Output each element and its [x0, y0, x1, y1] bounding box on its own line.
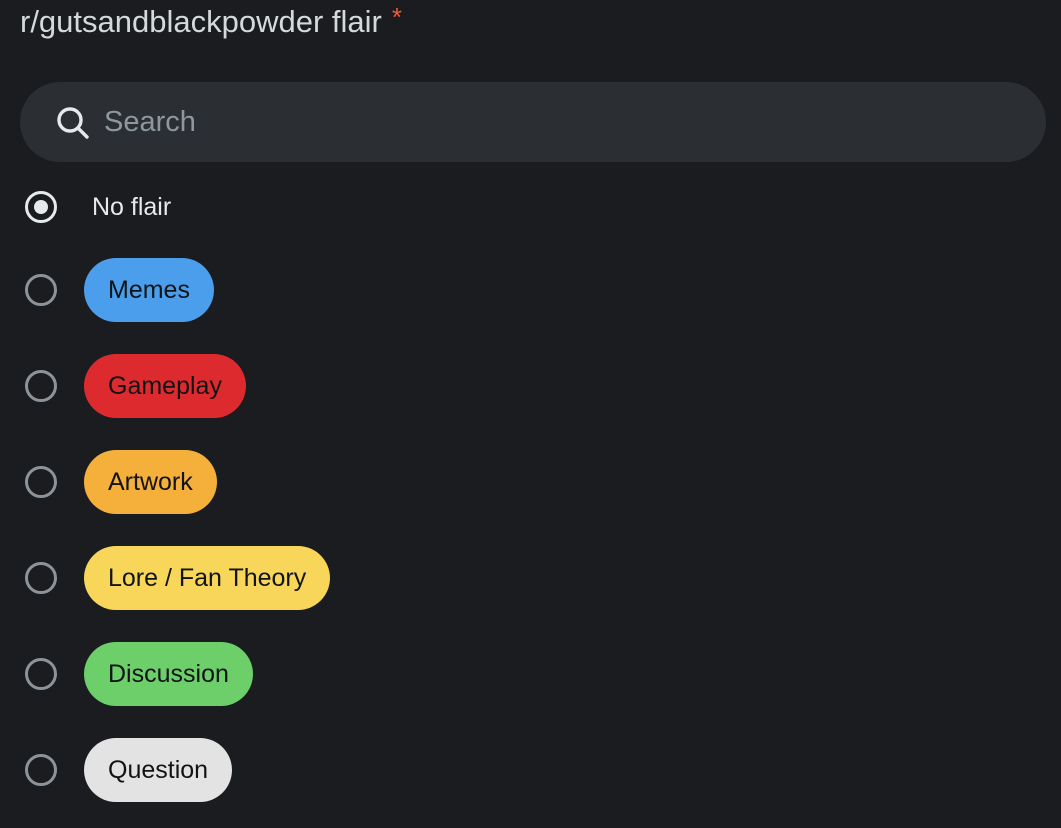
flair-pill[interactable]: Question — [84, 738, 233, 802]
flair-option-gameplay[interactable]: Gameplay — [0, 346, 1061, 426]
search-bar[interactable] — [20, 82, 1046, 162]
flair-option-artwork[interactable]: Artwork — [0, 442, 1061, 522]
flair-option-no-flair[interactable]: No flair — [0, 167, 1061, 247]
flair-option-discussion[interactable]: Discussion — [0, 634, 1061, 714]
flair-pill[interactable]: Artwork — [84, 450, 217, 514]
radio-unselected[interactable] — [25, 274, 57, 306]
radio-unselected[interactable] — [25, 658, 57, 690]
flair-pill[interactable]: Discussion — [84, 642, 253, 706]
required-marker: * — [391, 2, 402, 32]
flair-option-lore-fan-theory[interactable]: Lore / Fan Theory — [0, 538, 1061, 618]
radio-unselected[interactable] — [25, 370, 57, 402]
flair-option-question[interactable]: Question — [0, 730, 1061, 810]
title-text: r/gutsandblackpowder flair — [20, 4, 382, 39]
flair-pill[interactable]: Gameplay — [84, 354, 246, 418]
flair-label: No flair — [92, 193, 172, 221]
page-title: r/gutsandblackpowder flair * — [20, 2, 402, 43]
radio-unselected[interactable] — [25, 466, 57, 498]
flair-option-memes[interactable]: Memes — [0, 250, 1061, 330]
radio-unselected[interactable] — [25, 562, 57, 594]
radio-selected[interactable] — [25, 191, 57, 223]
flair-pill[interactable]: Lore / Fan Theory — [84, 546, 331, 610]
radio-unselected[interactable] — [25, 754, 57, 786]
search-input[interactable] — [104, 100, 1004, 144]
flair-picker: r/gutsandblackpowder flair * No flair Mem… — [0, 0, 1061, 828]
flair-pill[interactable]: Memes — [84, 258, 214, 322]
search-icon — [57, 107, 89, 139]
